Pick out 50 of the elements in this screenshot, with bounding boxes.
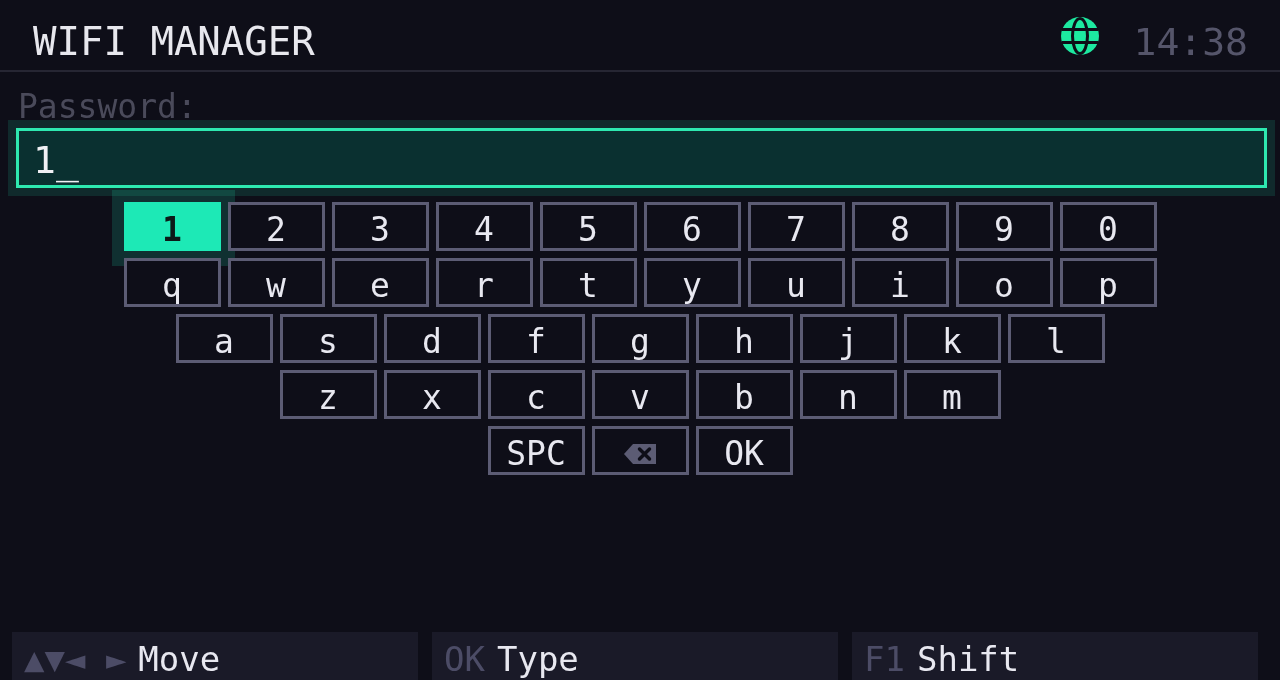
key-hint: F1 [864,642,905,676]
backspace-key[interactable] [591,426,689,475]
clock-time: 14:38 [1133,20,1248,64]
keyboard-key[interactable]: e [331,258,429,307]
keyboard-key[interactable]: 0 [1059,202,1157,251]
keyboard-key[interactable]: b [695,370,793,419]
globe-icon [1059,15,1100,56]
keyboard-key[interactable]: k [903,314,1001,363]
keyboard-key[interactable]: n [799,370,897,419]
keyboard-key[interactable]: s [279,314,377,363]
keyboard-key[interactable]: u [747,258,845,307]
action-label: Type [496,642,579,676]
keyboard-key[interactable]: i [851,258,949,307]
password-field[interactable]: 1_ [8,120,1275,196]
keyboard-key[interactable]: h [695,314,793,363]
keyboard-key[interactable]: f [487,314,585,363]
keyboard-key[interactable]: m [903,370,1001,419]
keyboard-key[interactable]: 6 [643,202,741,251]
keyboard-key[interactable]: a [175,314,273,363]
key-hint: OK [444,642,485,676]
keyboard-key[interactable]: 3 [331,202,429,251]
keyboard-key[interactable]: j [799,314,897,363]
keyboard-key[interactable]: g [591,314,689,363]
key-hint: ▲▼◄ ► [24,642,127,676]
keyboard-key[interactable]: z [279,370,377,419]
field-label: Password: [18,94,198,120]
keyboard-key[interactable]: v [591,370,689,419]
keyboard-key[interactable]: r [435,258,533,307]
keyboard-key[interactable]: 7 [747,202,845,251]
keyboard-key[interactable]: o [955,258,1053,307]
keyboard-key[interactable]: 9 [955,202,1053,251]
keyboard-key[interactable]: q [123,258,221,307]
backspace-icon [624,443,656,464]
keyboard-key[interactable]: OK [695,426,793,475]
keyboard-key[interactable]: p [1059,258,1157,307]
keyboard-key[interactable]: 4 [435,202,533,251]
keyboard-key[interactable]: 8 [851,202,949,251]
keyboard-key[interactable]: x [383,370,481,419]
keyboard-key[interactable]: y [643,258,741,307]
keyboard-key[interactable]: SPC [487,426,585,475]
action-label: Move [138,642,221,676]
action-label: Shift [916,642,1020,676]
keyboard-key[interactable]: t [539,258,637,307]
keyboard-key[interactable]: c [487,370,585,419]
app-title: WIFI MANAGER [33,20,315,64]
keyboard-key[interactable]: 5 [539,202,637,251]
keyboard-key[interactable]: 2 [227,202,325,251]
keyboard-key[interactable]: l [1007,314,1105,363]
keyboard-key[interactable]: w [227,258,325,307]
keyboard-key[interactable]: d [383,314,481,363]
